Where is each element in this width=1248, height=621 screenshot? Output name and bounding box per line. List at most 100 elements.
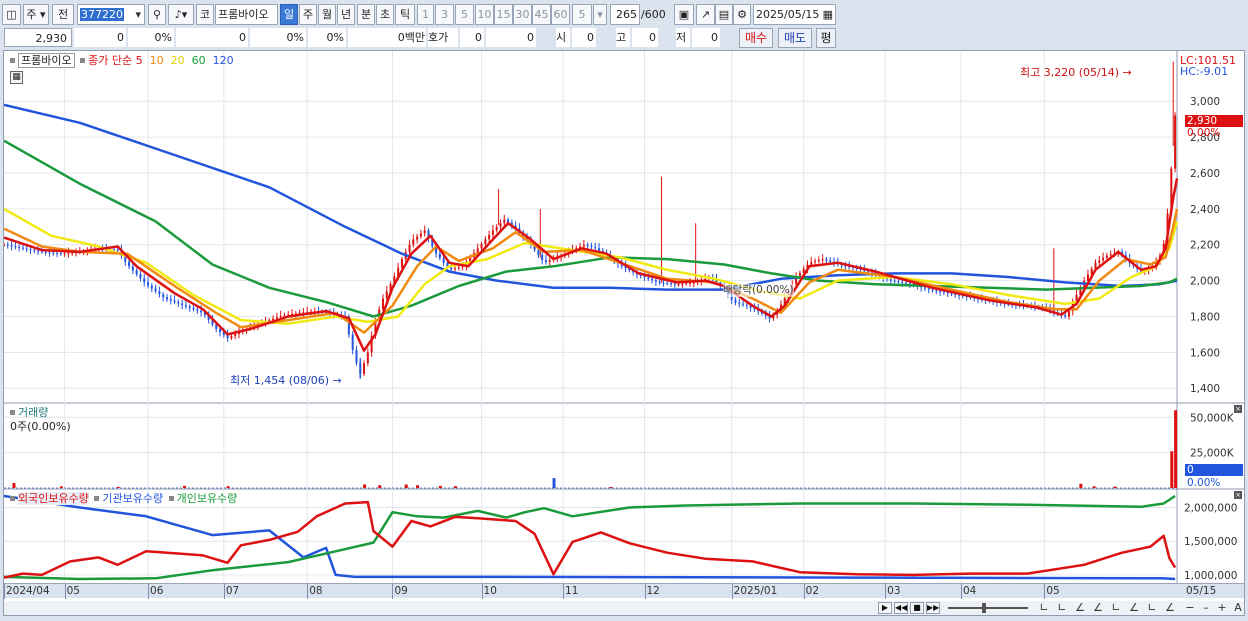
tool-g-icon[interactable]: ∟	[1144, 602, 1160, 614]
x-tick-mark	[4, 584, 5, 599]
table-icon[interactable]: ▦	[10, 71, 23, 84]
scroll-right-icon[interactable]: ▶	[878, 602, 892, 614]
period-tick-tab[interactable]: 틱	[395, 4, 415, 25]
candle-body	[503, 219, 506, 224]
tool-a-icon[interactable]: ∟	[1036, 602, 1052, 614]
volume-bar	[1174, 410, 1178, 488]
volume-pct-tag: 0.00%	[1187, 477, 1221, 489]
period-day-tab[interactable]: 일	[280, 4, 298, 25]
date-value: 2025/05/15	[756, 8, 820, 21]
period-second-tab[interactable]: 초	[376, 4, 394, 25]
candle-body	[59, 253, 62, 255]
code-input[interactable]: 377220 ▾	[77, 4, 145, 25]
volume-bar	[59, 486, 63, 488]
prev-button[interactable]: 전	[52, 4, 74, 25]
candle-body	[499, 223, 502, 227]
custom-mult-field[interactable]: 5	[572, 4, 592, 25]
period-week-tab[interactable]: 주	[299, 4, 317, 25]
tool-e-icon[interactable]: ∟	[1108, 602, 1124, 614]
avg-button[interactable]: 평	[816, 28, 836, 48]
volume-close-icon[interactable]: ×	[1234, 405, 1242, 413]
sell-button[interactable]: 매도	[778, 28, 812, 48]
mult-3-button[interactable]: 3	[435, 4, 454, 25]
period-minute-tab[interactable]: 분	[357, 4, 375, 25]
speaker-icon[interactable]: ♪▾	[168, 4, 194, 25]
code-button[interactable]: 코	[196, 4, 214, 25]
app-window: ◫ 주 ▾ 전 377220 ▾ ⚲ ♪▾ 코 프롬바이오 일 주 월 년 분 초…	[0, 0, 1248, 621]
candle-body	[442, 258, 445, 263]
save-icon[interactable]: ▤	[715, 4, 733, 25]
chart-tool-icon[interactable]: ↗	[696, 4, 715, 25]
count-field[interactable]: 265	[610, 4, 640, 25]
candle-body	[688, 282, 691, 284]
candle-body	[419, 233, 422, 237]
ma120-label: 120	[212, 54, 234, 67]
mult-1-button[interactable]: 1	[417, 4, 434, 25]
volume-bar	[1113, 486, 1117, 488]
candle-body	[662, 282, 665, 284]
minimize-icon[interactable]: –	[1198, 602, 1214, 614]
holdings-close-icon[interactable]: ×	[1234, 491, 1242, 499]
candle-body	[692, 282, 695, 284]
chart-area[interactable]: 3,000 2,800 2,600 2,400 2,200 2,000 1,800 1,600…	[3, 50, 1245, 616]
tool-b-icon[interactable]: ∟	[1054, 602, 1070, 614]
candle-body	[21, 247, 24, 249]
candle-body	[400, 259, 403, 268]
candle-body	[897, 281, 900, 283]
toolbar: ◫ 주 ▾ 전 377220 ▾ ⚲ ♪▾ 코 프롬바이오 일 주 월 년 분 초…	[0, 4, 1248, 26]
candle-body	[150, 285, 153, 289]
candle-body	[594, 247, 597, 249]
period-year-tab[interactable]: 년	[337, 4, 355, 25]
zoom-track[interactable]	[948, 607, 1028, 609]
mult-15-button[interactable]: 15	[494, 4, 513, 25]
scroll-first-icon[interactable]: ◀◀	[894, 602, 908, 614]
candle-body	[745, 304, 748, 306]
chart-scrollbar[interactable]: ▶ ◀◀ ■ ▶▶ ∟ ∟ ∠ ∠ ∟ ∠ ∟ ∠ − – + A	[4, 601, 1244, 615]
market-select[interactable]: 주 ▾	[23, 4, 49, 25]
mult-60-button[interactable]: 60	[551, 4, 570, 25]
zoom-in-icon[interactable]: +	[1214, 602, 1230, 614]
holdings-tick-label: 2,000,000	[1184, 503, 1237, 515]
volume-value-label: 0주(0.00%)	[10, 420, 71, 433]
high-label: 고	[616, 28, 630, 47]
candle-body	[931, 289, 934, 291]
zoom-out-icon[interactable]: −	[1182, 602, 1198, 614]
tool-c-icon[interactable]: ∠	[1072, 602, 1088, 614]
price-tick-label: 1,400	[1190, 383, 1220, 395]
search-icon[interactable]: ⚲	[148, 4, 166, 25]
candle-body	[677, 284, 680, 286]
volume-bar	[552, 478, 556, 488]
volume-current-tag: 0	[1185, 464, 1243, 476]
tool-d-icon[interactable]: ∠	[1090, 602, 1106, 614]
buy-button[interactable]: 매수	[739, 28, 773, 48]
bid2-value: 0	[486, 28, 536, 47]
gear-icon[interactable]: ⚙	[733, 4, 751, 25]
candle-body	[355, 349, 358, 364]
font-icon[interactable]: A	[1230, 602, 1246, 614]
period-month-tab[interactable]: 월	[318, 4, 336, 25]
candle-settings-icon[interactable]: ▣	[674, 4, 694, 25]
mult-10-button[interactable]: 10	[475, 4, 494, 25]
zoom-thumb[interactable]	[982, 603, 986, 613]
code-dropdown-icon[interactable]: ▾	[134, 5, 142, 24]
mult-30-button[interactable]: 30	[513, 4, 532, 25]
price-tick-label: 3,000	[1190, 96, 1220, 108]
volume-bar	[1170, 451, 1174, 488]
tool-f-icon[interactable]: ∠	[1126, 602, 1142, 614]
high-value: 0	[632, 28, 658, 47]
chart-type-icon[interactable]: ◫	[2, 4, 21, 25]
tool-h-icon[interactable]: ∠	[1162, 602, 1178, 614]
mult-5-button[interactable]: 5	[455, 4, 474, 25]
calendar-icon[interactable]: ▦	[823, 5, 833, 24]
custom-mult-dropdown-icon[interactable]: ▾	[593, 4, 607, 25]
date-field[interactable]: 2025/05/15 ▦	[753, 4, 836, 25]
stop-icon[interactable]: ■	[910, 602, 924, 614]
candle-body	[14, 246, 17, 248]
candle-body	[491, 230, 494, 235]
open-value: 0	[572, 28, 596, 47]
candle-body	[582, 244, 585, 247]
x-tick-label: 08	[309, 585, 323, 597]
scroll-last-icon[interactable]: ▶▶	[926, 602, 940, 614]
mult-45-button[interactable]: 45	[532, 4, 551, 25]
volume-pct: 0%	[250, 28, 306, 47]
